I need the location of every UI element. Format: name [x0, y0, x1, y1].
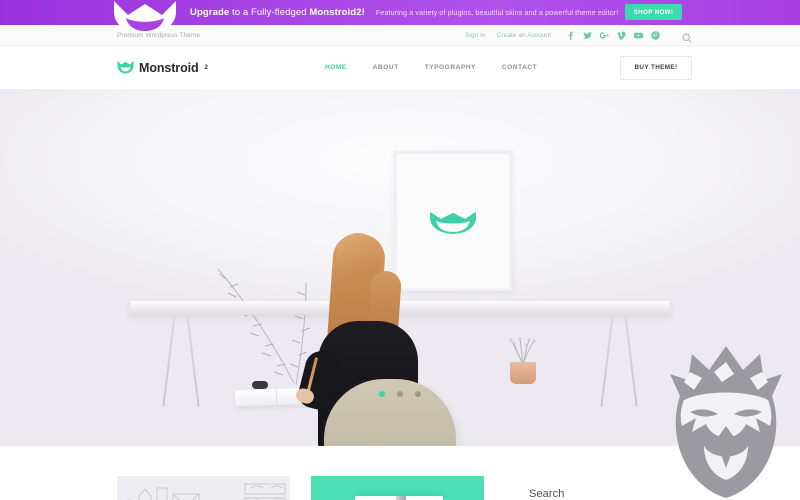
pinterest-icon[interactable] [651, 30, 660, 40]
open-book-icon [355, 496, 443, 500]
promo-subtext: Featuring a variety of plugins, beautifu… [375, 8, 619, 17]
line-drawing-icon [126, 483, 286, 500]
vimeo-icon[interactable] [617, 31, 626, 40]
twitter-icon[interactable] [583, 31, 592, 40]
promo-text: Upgrade to a Fully-fledged Monstroid2! F… [190, 0, 618, 25]
shop-now-button[interactable]: SHOP NOW! [625, 4, 682, 20]
utility-right-group: Sign In Create an Account [465, 30, 692, 43]
hero-slider[interactable] [0, 89, 800, 446]
facebook-icon[interactable] [566, 31, 575, 40]
nav-item-contact[interactable]: CONTACT [502, 64, 537, 71]
slider-dot-2[interactable] [397, 391, 403, 397]
social-links [566, 30, 660, 40]
brand-name: Monstroid [139, 60, 199, 75]
main-navigation: HOME ABOUT TYPOGRAPHY CONTACT [325, 64, 537, 71]
monstroid-mask-icon [429, 211, 477, 235]
nav-item-about[interactable]: ABOUT [373, 64, 399, 71]
site-header: Monstroid 2 HOME ABOUT TYPOGRAPHY CONTACT… [0, 46, 800, 89]
framed-poster [394, 151, 512, 291]
slider-dot-1[interactable] [379, 391, 385, 397]
content-cards [117, 476, 484, 500]
nav-item-typography[interactable]: TYPOGRAPHY [425, 64, 476, 71]
content-strip: Search [0, 446, 800, 500]
slider-dot-3[interactable] [415, 391, 421, 397]
brand-superscript: 2 [204, 64, 208, 71]
youtube-icon[interactable] [634, 31, 643, 40]
plant-pot [510, 362, 536, 384]
nav-item-home[interactable]: HOME [325, 64, 347, 71]
desk-surface [130, 301, 670, 315]
brand-logo[interactable]: Monstroid 2 [117, 61, 208, 75]
create-account-link[interactable]: Create an Account [497, 32, 551, 39]
card-book[interactable] [311, 476, 484, 500]
search-icon[interactable] [682, 30, 692, 43]
monstroid-mask-icon [117, 61, 134, 74]
buy-theme-button[interactable]: BUY THEME! [620, 55, 692, 80]
monstroid-mask-icon [112, 1, 178, 33]
google-plus-icon[interactable] [600, 31, 609, 40]
card-illustration[interactable] [117, 476, 290, 500]
sign-in-link[interactable]: Sign In [465, 32, 486, 39]
promo-headline-rest: to a Fully-fledged [229, 7, 310, 18]
promo-banner: Upgrade to a Fully-fledged Monstroid2! F… [0, 0, 800, 33]
promo-headline-strong: Upgrade [190, 7, 230, 18]
promo-headline-brand: Monstroid2! [309, 7, 365, 18]
plant-stems-icon [509, 337, 536, 365]
computer-mouse [252, 381, 268, 389]
slider-pagination [0, 391, 800, 397]
search-heading: Search [529, 488, 565, 500]
